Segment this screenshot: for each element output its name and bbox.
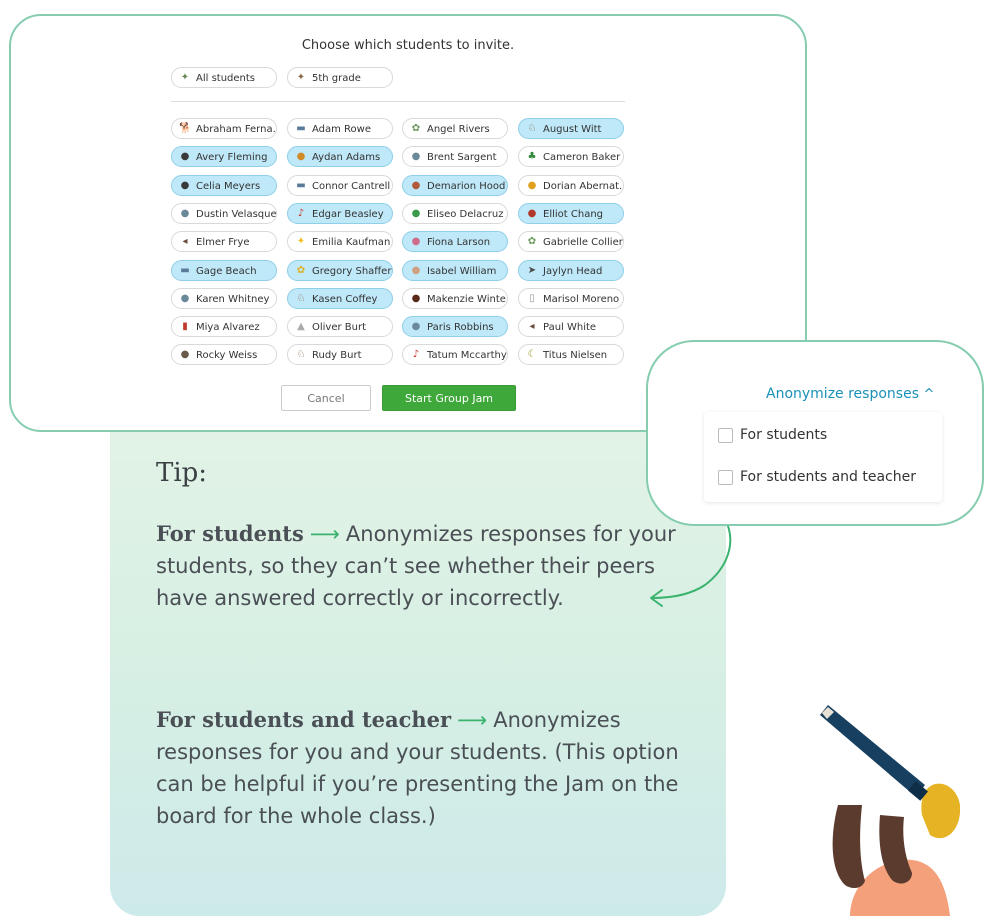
- checkbox[interactable]: [718, 427, 733, 443]
- option-for-students[interactable]: For students: [718, 426, 827, 444]
- anonymize-panel: Anonymize responses ^ For students For s…: [646, 340, 984, 526]
- telescope-person-illustration: [820, 705, 960, 916]
- checkbox[interactable]: [718, 469, 733, 485]
- anonymize-toggle-label: Anonymize responses: [766, 386, 919, 402]
- option-for-students-and-teacher[interactable]: For students and teacher: [718, 468, 916, 486]
- anonymize-toggle[interactable]: Anonymize responses ^: [766, 386, 934, 402]
- option-label: For students: [740, 427, 828, 443]
- chevron-up-icon: ^: [923, 387, 935, 402]
- option-label: For students and teacher: [740, 469, 916, 485]
- anonymize-options: For students For students and teacher: [704, 412, 942, 502]
